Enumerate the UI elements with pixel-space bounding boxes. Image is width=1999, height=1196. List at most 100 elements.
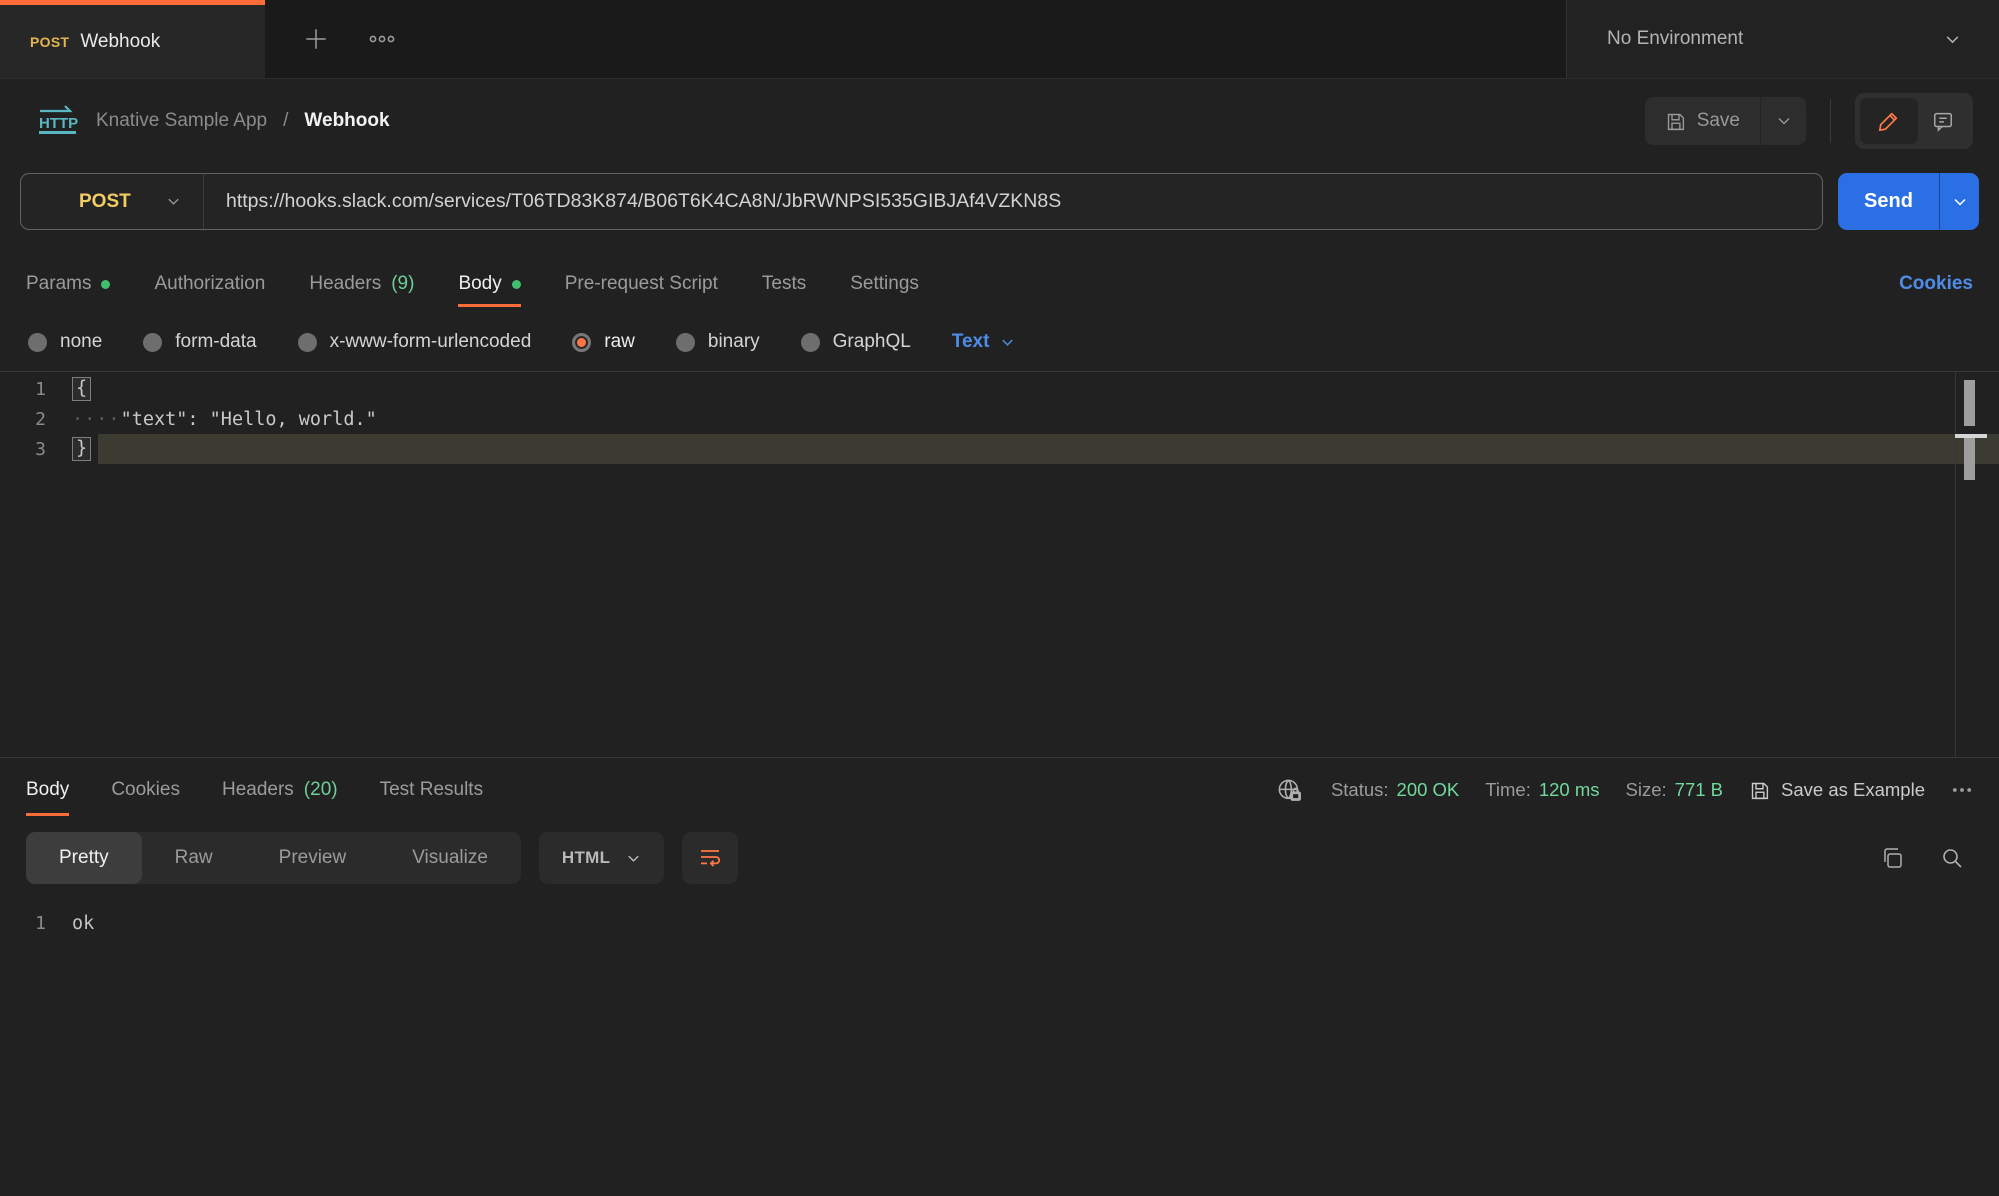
radio-label: none <box>60 331 102 353</box>
response-toolbar: Pretty Raw Preview Visualize HTML <box>0 822 1999 894</box>
raw-format-dropdown[interactable]: Text <box>952 331 1016 353</box>
scrollbar-marker <box>1964 438 1975 480</box>
network-info-button[interactable] <box>1275 777 1305 804</box>
url-input[interactable]: https://hooks.slack.com/services/T06TD83… <box>204 190 1822 213</box>
status-badge: Status: 200 OK <box>1331 779 1459 801</box>
request-bar: POST https://hooks.slack.com/services/T0… <box>0 163 1999 255</box>
radio-form-data[interactable]: form-data <box>143 331 256 353</box>
request-tabs: Params Authorization Headers (9) Body Pr… <box>0 255 1999 313</box>
send-options-button[interactable] <box>1939 173 1979 230</box>
request-body-editor[interactable]: 1 { 2 ····"text": "Hello, world." 3 } <box>0 371 1999 757</box>
chevron-down-icon <box>1000 335 1015 350</box>
tab-settings[interactable]: Settings <box>850 255 919 313</box>
search-response-button[interactable] <box>1931 846 1973 870</box>
tab-label: Headers <box>309 273 381 295</box>
comments-button[interactable] <box>1918 98 1968 144</box>
view-pretty[interactable]: Pretty <box>26 832 142 884</box>
editor-scrollbar[interactable] <box>1955 372 1989 757</box>
response-view-switcher: Pretty Raw Preview Visualize <box>26 832 521 884</box>
radio-circle <box>676 333 695 352</box>
unsaved-dot <box>101 280 110 289</box>
radio-label: raw <box>604 331 635 353</box>
send-button[interactable]: Send <box>1838 173 1939 230</box>
radio-circle <box>28 333 47 352</box>
response-meta: Status: 200 OK Time: 120 ms Size: 771 B … <box>1275 758 1973 822</box>
unsaved-dot <box>512 280 521 289</box>
breadcrumb-collection[interactable]: Knative Sample App <box>96 110 267 132</box>
tab-body[interactable]: Body <box>458 255 520 313</box>
save-button[interactable]: Save <box>1645 97 1760 145</box>
wrap-text-icon <box>698 846 722 870</box>
bracket-match: { <box>72 377 91 401</box>
response-text: ok <box>72 913 94 934</box>
save-as-example-button[interactable]: Save as Example <box>1749 779 1925 801</box>
send-button-group: Send <box>1838 173 1979 230</box>
documentation-button[interactable] <box>1860 98 1918 144</box>
chevron-down-icon <box>1776 113 1792 129</box>
response-format-dropdown[interactable]: HTML <box>539 832 664 884</box>
sidebar-toggle-group <box>1855 93 1973 149</box>
tab-label: Headers <box>222 779 294 801</box>
radio-none[interactable]: none <box>28 331 102 353</box>
response-tab-body[interactable]: Body <box>26 758 69 822</box>
radio-x-www-form-urlencoded[interactable]: x-www-form-urlencoded <box>298 331 532 353</box>
breadcrumb-separator: / <box>283 110 288 132</box>
response-options-button[interactable] <box>1951 786 1973 794</box>
response-tabs: Body Cookies Headers (20) Test Results <box>0 758 1999 822</box>
time-value: 120 ms <box>1539 779 1600 801</box>
tab-pre-request-script[interactable]: Pre-request Script <box>565 255 718 313</box>
environment-selector[interactable]: No Environment <box>1566 0 1999 78</box>
tab-authorization[interactable]: Authorization <box>154 255 265 313</box>
tab-label: Tests <box>762 273 806 295</box>
floppy-disk-icon <box>1749 780 1770 801</box>
response-tab-headers[interactable]: Headers (20) <box>222 758 338 822</box>
tab-options-button[interactable] <box>369 34 395 44</box>
radio-circle <box>143 333 162 352</box>
tab-label: Body <box>458 273 501 295</box>
tab-label: Test Results <box>380 779 483 801</box>
radio-label: GraphQL <box>833 331 911 353</box>
request-tab[interactable]: POST Webhook <box>0 0 265 78</box>
size-badge: Size: 771 B <box>1626 779 1724 801</box>
tab-title: Webhook <box>80 31 160 53</box>
view-visualize[interactable]: Visualize <box>379 832 521 884</box>
chevron-down-icon <box>166 194 181 209</box>
radio-raw[interactable]: raw <box>572 331 635 353</box>
wrap-text-button[interactable] <box>682 832 738 884</box>
copy-response-button[interactable] <box>1871 846 1913 870</box>
http-request-icon: HTTP <box>34 103 80 139</box>
time-badge: Time: 120 ms <box>1485 779 1599 801</box>
view-raw[interactable]: Raw <box>142 832 246 884</box>
view-preview[interactable]: Preview <box>246 832 380 884</box>
method-dropdown[interactable]: POST <box>21 191 203 213</box>
tab-bar: POST Webhook No Environment <box>0 0 1999 79</box>
chevron-down-icon <box>626 851 641 866</box>
response-tab-test-results[interactable]: Test Results <box>380 758 483 822</box>
whitespace-dots: ···· <box>72 409 121 430</box>
scrollbar-marker <box>1964 380 1975 426</box>
response-body-viewer[interactable]: 1 ok <box>0 894 1999 940</box>
response-format-label: HTML <box>562 848 610 868</box>
tab-label: Authorization <box>154 273 265 295</box>
tab-tests[interactable]: Tests <box>762 255 806 313</box>
code-text: "text": "Hello, world." <box>121 409 377 430</box>
tab-label: Body <box>26 779 69 801</box>
save-options-button[interactable] <box>1760 97 1806 145</box>
format-label: Text <box>952 331 990 353</box>
body-type-selector: none form-data x-www-form-urlencoded raw… <box>0 313 1999 371</box>
chevron-down-icon <box>1952 194 1968 210</box>
radio-label: binary <box>708 331 760 353</box>
editor-line: 2 ····"text": "Hello, world." <box>0 404 1999 434</box>
tab-params[interactable]: Params <box>26 255 110 313</box>
new-tab-button[interactable] <box>303 26 329 52</box>
cookies-link[interactable]: Cookies <box>1899 255 1973 313</box>
line-number: 1 <box>0 913 72 934</box>
response-pane: Body Cookies Headers (20) Test Results <box>0 757 1999 1196</box>
radio-binary[interactable]: binary <box>676 331 760 353</box>
response-line: 1 ok <box>0 906 1999 940</box>
response-tab-cookies[interactable]: Cookies <box>111 758 180 822</box>
radio-circle-selected <box>572 333 591 352</box>
tab-headers[interactable]: Headers (9) <box>309 255 414 313</box>
size-label: Size: <box>1626 779 1667 801</box>
radio-graphql[interactable]: GraphQL <box>801 331 911 353</box>
